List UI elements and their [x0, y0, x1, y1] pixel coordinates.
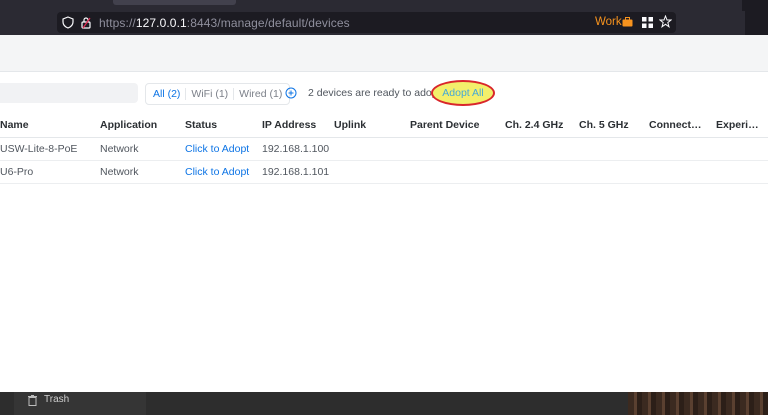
device-filter-tabs: All (2) WiFi (1) Wired (1) [145, 83, 291, 105]
table-header: Name Application Status IP Address Uplin… [0, 113, 768, 138]
divider [233, 88, 235, 100]
adopt-message: 2 devices are ready to adopt. [308, 87, 444, 99]
bookmark-star-icon[interactable] [659, 15, 672, 28]
address-bar[interactable]: https://127.0.0.1:8443/manage/default/de… [57, 12, 676, 33]
browser-tab[interactable] [113, 0, 236, 5]
column-header-status[interactable]: Status [185, 119, 217, 131]
search-input[interactable] [0, 83, 138, 103]
desktop-wallpaper [628, 392, 768, 415]
device-ip: 192.168.1.101 [262, 166, 330, 178]
shield-icon[interactable] [62, 16, 74, 29]
column-header-parent-device[interactable]: Parent Device [410, 119, 479, 131]
click-to-adopt-link[interactable]: Click to Adopt [185, 143, 249, 155]
url-host: 127.0.0.1 [135, 16, 187, 30]
url-path: :8443/manage/default/devices [186, 16, 350, 30]
plus-circle-icon[interactable] [285, 87, 297, 99]
column-header-experience[interactable]: Experi… [716, 119, 759, 131]
divider [185, 88, 187, 100]
trash-icon[interactable] [28, 395, 37, 406]
column-header-uplink[interactable]: Uplink [334, 119, 366, 131]
tab-all[interactable]: All (2) [150, 88, 183, 100]
browser-tab-strip [0, 0, 768, 11]
url-text[interactable]: https://127.0.0.1:8443/manage/default/de… [99, 16, 350, 30]
device-application: Network [100, 166, 139, 178]
table-row[interactable]: USW-Lite-8-PoE Network Click to Adopt 19… [0, 138, 768, 161]
column-header-name[interactable]: Name [0, 119, 29, 131]
column-header-application[interactable]: Application [100, 119, 157, 131]
table-row[interactable]: U6-Pro Network Click to Adopt 192.168.1.… [0, 161, 768, 184]
app-header [0, 35, 768, 72]
device-name: U6-Pro [0, 166, 34, 178]
tab-wired[interactable]: Wired (1) [236, 88, 285, 100]
browser-toolbar: https://127.0.0.1:8443/manage/default/de… [0, 11, 768, 35]
device-name: USW-Lite-8-PoE [0, 143, 78, 155]
tab-wifi[interactable]: WiFi (1) [188, 88, 231, 100]
column-header-ch-24ghz[interactable]: Ch. 2.4 GHz [505, 119, 563, 131]
briefcase-icon [622, 17, 633, 27]
adopt-all-button[interactable]: Adopt All [431, 80, 495, 106]
lock-icon[interactable] [80, 16, 92, 29]
click-to-adopt-link[interactable]: Click to Adopt [185, 166, 249, 178]
column-header-connection[interactable]: Connect… [649, 119, 702, 131]
column-header-ch-5ghz[interactable]: Ch. 5 GHz [579, 119, 629, 131]
window-edge-right [745, 11, 768, 35]
device-ip: 192.168.1.100 [262, 143, 330, 155]
container-label[interactable]: Work [595, 16, 622, 28]
grid-icon[interactable] [642, 17, 653, 28]
column-header-ip-address[interactable]: IP Address [262, 119, 316, 131]
desktop-background: Trash [0, 392, 768, 415]
devices-table: Name Application Status IP Address Uplin… [0, 113, 768, 184]
device-application: Network [100, 143, 139, 155]
url-scheme: https:// [99, 16, 136, 30]
window-edge [742, 0, 768, 11]
trash-label[interactable]: Trash [44, 394, 69, 405]
